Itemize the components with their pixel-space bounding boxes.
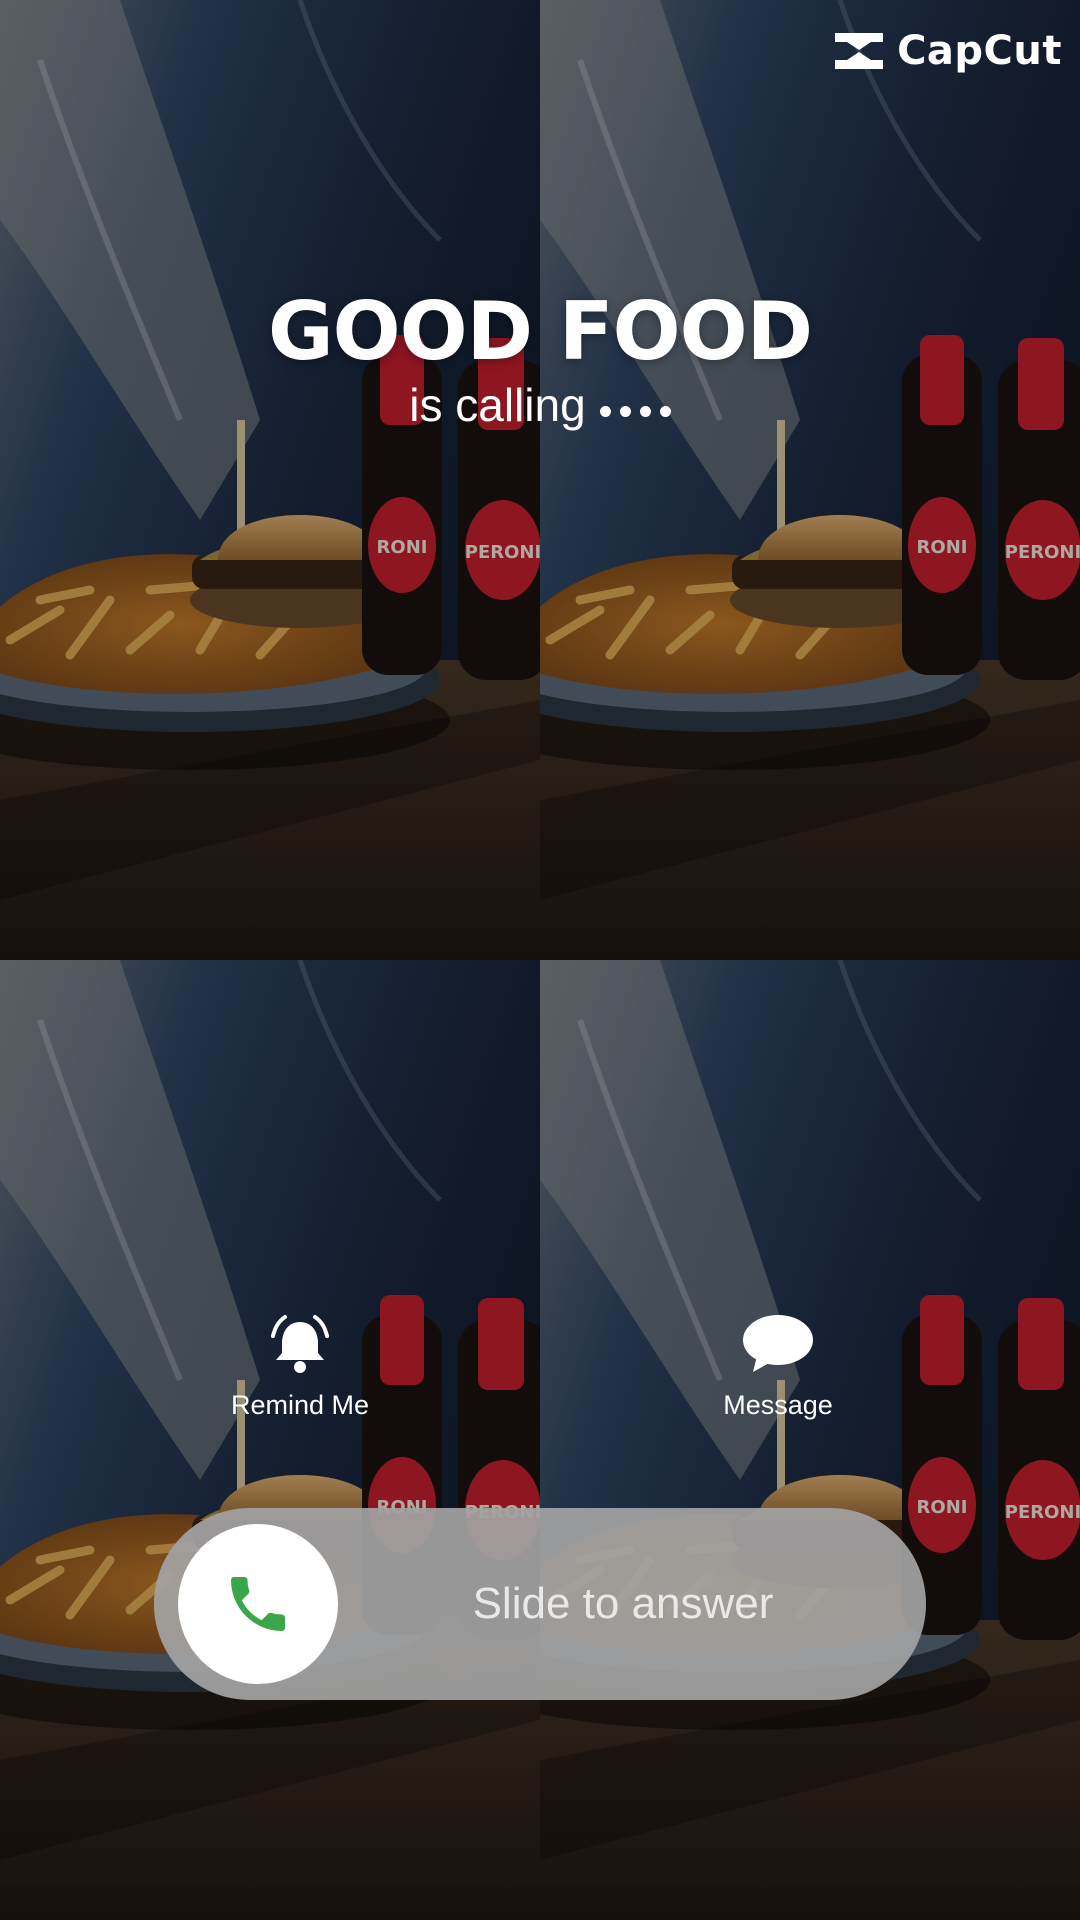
call-screen: CapCut GOOD FOOD is calling Remind Me Me… bbox=[0, 0, 1080, 1920]
message-label: Message bbox=[723, 1390, 833, 1420]
background-photo-tile bbox=[540, 0, 1080, 960]
calling-dots-icon bbox=[599, 405, 671, 417]
caller-name: GOOD FOOD bbox=[267, 285, 813, 378]
slide-to-answer[interactable]: Slide to answer bbox=[154, 1508, 926, 1700]
background-photo-tile bbox=[0, 960, 540, 1920]
remind-me-button[interactable]: Remind Me bbox=[200, 1312, 400, 1421]
background-photo-tile bbox=[540, 960, 1080, 1920]
slide-to-answer-label: Slide to answer bbox=[472, 1579, 774, 1628]
background-photo-tile bbox=[0, 0, 540, 960]
call-status: is calling bbox=[409, 379, 671, 431]
capcut-logo-icon bbox=[835, 33, 884, 69]
call-status-text: is calling bbox=[409, 379, 586, 431]
caller-header: GOOD FOOD is calling bbox=[0, 285, 1080, 431]
capcut-logo: CapCut bbox=[831, 28, 1062, 74]
chat-bubble-icon bbox=[743, 1315, 813, 1372]
remind-me-label: Remind Me bbox=[230, 1390, 370, 1420]
logo-text: CapCut bbox=[897, 28, 1062, 74]
phone-icon bbox=[231, 1577, 285, 1631]
answer-knob[interactable] bbox=[178, 1524, 338, 1684]
message-button[interactable]: Message bbox=[678, 1312, 878, 1421]
bell-icon bbox=[271, 1315, 329, 1373]
